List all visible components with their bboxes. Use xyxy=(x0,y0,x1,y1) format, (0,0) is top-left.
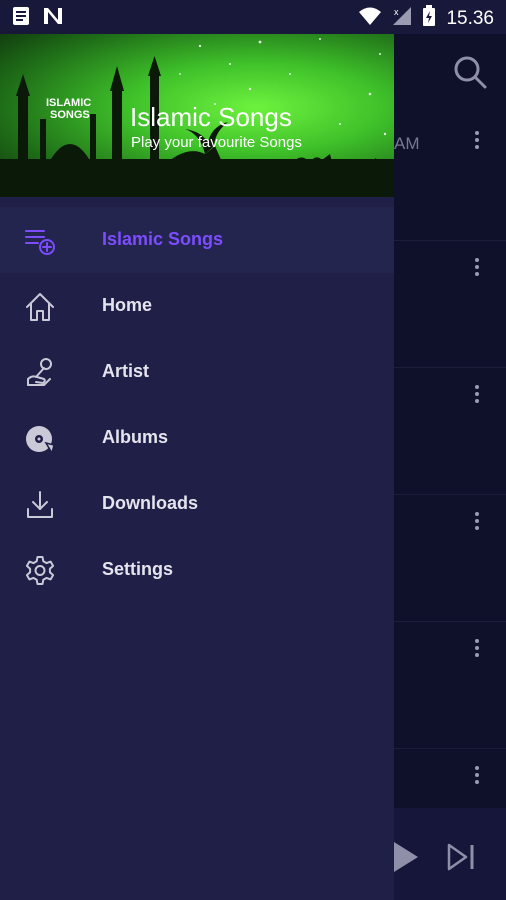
banner-logo-line1: ISLAMIC xyxy=(46,97,91,109)
menu-label: Downloads xyxy=(102,493,199,513)
menu-item-artist[interactable]: Artist xyxy=(0,339,394,405)
more-vert-icon[interactable] xyxy=(474,255,480,279)
wifi-icon xyxy=(358,6,382,31)
more-vert-icon[interactable] xyxy=(474,128,480,152)
more-vert-icon[interactable] xyxy=(474,382,480,406)
skip-next-icon[interactable] xyxy=(446,842,476,877)
download-icon xyxy=(24,489,56,521)
n-app-icon xyxy=(42,6,64,31)
notes-icon xyxy=(12,6,30,31)
list-item[interactable] xyxy=(394,368,506,495)
album-icon xyxy=(24,423,56,455)
drawer-subtitle: Play your favourite Songs xyxy=(131,134,302,151)
menu-label: Islamic Songs xyxy=(102,229,224,249)
menu-item-settings[interactable]: Settings xyxy=(0,537,394,603)
list-item[interactable] xyxy=(394,622,506,749)
menu-label: Albums xyxy=(102,427,169,447)
drawer-menu: Islamic Songs Home Artist Albums Downloa xyxy=(0,207,394,603)
more-vert-icon[interactable] xyxy=(474,763,480,787)
playlist-add-icon xyxy=(24,225,56,257)
more-vert-icon[interactable] xyxy=(474,509,480,533)
status-time: 15.36 xyxy=(446,7,494,29)
menu-label: Artist xyxy=(102,361,150,381)
drawer-title: Islamic Songs xyxy=(130,102,292,132)
drawer-header: ISLAMIC SONGS Islamic Songs Play your fa… xyxy=(0,34,394,197)
navigation-drawer: ISLAMIC SONGS Islamic Songs Play your fa… xyxy=(0,34,394,900)
list-item[interactable] xyxy=(394,114,506,241)
menu-item-islamic-songs[interactable]: Islamic Songs xyxy=(0,207,394,273)
list-item[interactable] xyxy=(394,495,506,622)
menu-item-albums[interactable]: Albums xyxy=(0,405,394,471)
menu-label: Settings xyxy=(102,559,174,579)
status-bar: x 15.36 xyxy=(0,0,506,34)
home-icon xyxy=(24,291,56,323)
search-icon[interactable] xyxy=(452,54,488,95)
list-item[interactable] xyxy=(394,241,506,368)
more-vert-icon[interactable] xyxy=(474,636,480,660)
signal-icon: x xyxy=(392,6,412,31)
banner-logo-line2: SONGS xyxy=(50,109,90,121)
artist-icon xyxy=(24,357,56,389)
menu-label: Home xyxy=(102,295,153,315)
svg-text:x: x xyxy=(394,7,399,17)
play-icon[interactable] xyxy=(392,842,420,877)
menu-item-home[interactable]: Home xyxy=(0,273,394,339)
battery-icon xyxy=(422,5,436,32)
menu-item-downloads[interactable]: Downloads xyxy=(0,471,394,537)
settings-icon xyxy=(24,555,56,587)
